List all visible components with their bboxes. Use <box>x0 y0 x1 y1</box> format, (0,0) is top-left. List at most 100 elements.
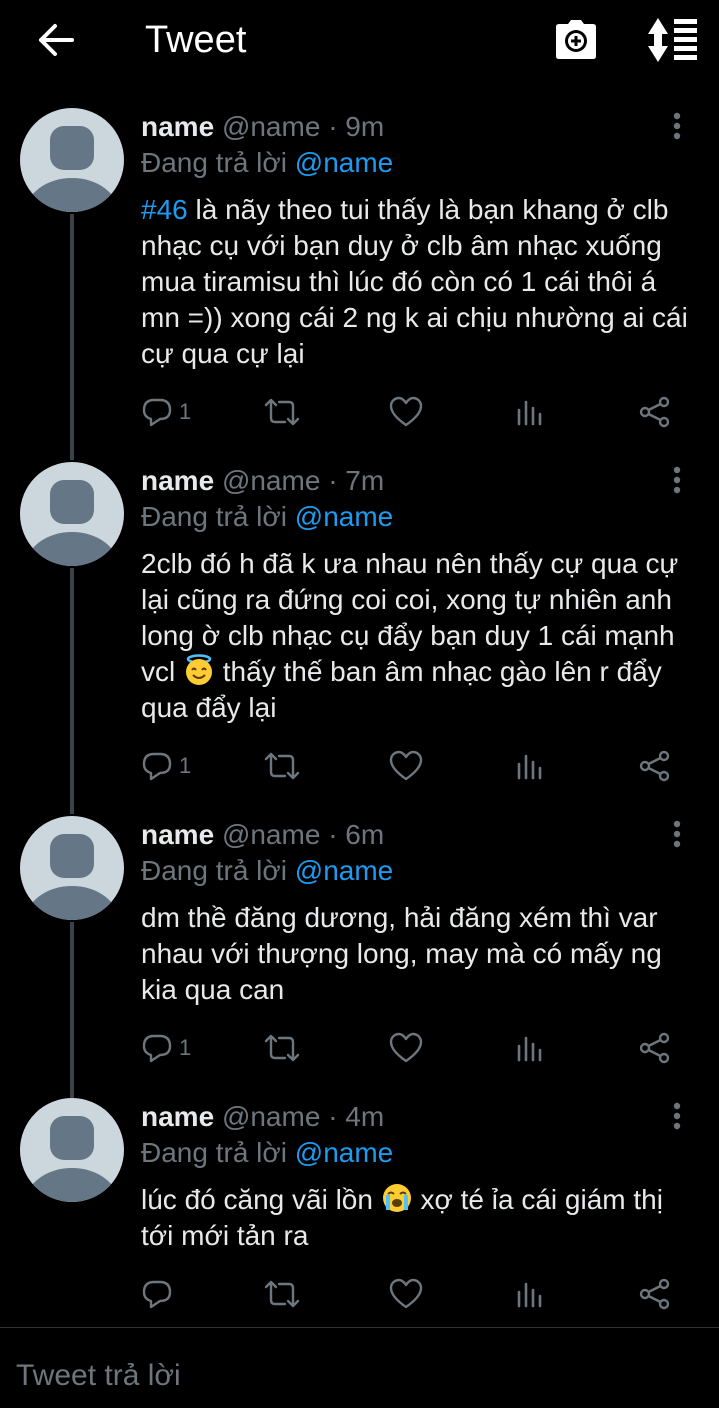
reply-button[interactable] <box>141 1274 179 1314</box>
replying-to-handle[interactable]: @name <box>295 147 393 178</box>
share-button[interactable] <box>638 1028 672 1068</box>
retweet-icon <box>264 752 300 780</box>
more-vertical-icon <box>673 820 681 848</box>
replying-to: Đang trả lời @name <box>141 1136 393 1170</box>
more-options-button[interactable] <box>662 108 692 148</box>
default-avatar-icon <box>26 834 118 920</box>
timestamp: 7m <box>345 465 385 496</box>
display-name[interactable]: name <box>141 819 214 850</box>
reply-button[interactable]: 1 <box>141 746 191 786</box>
analytics-button[interactable] <box>515 1028 545 1068</box>
default-avatar-icon <box>26 126 118 212</box>
default-avatar-icon <box>26 480 118 566</box>
reply-input[interactable] <box>16 1352 696 1400</box>
reply-icon <box>142 752 172 781</box>
reply-icon <box>142 398 172 427</box>
reply-icon <box>142 1280 172 1309</box>
like-button[interactable] <box>389 746 423 786</box>
more-options-button[interactable] <box>662 816 692 856</box>
tweet-text: lúc đó căng vãi lồn xợ té ỉa cái giám th… <box>141 1182 691 1254</box>
retweet-icon <box>264 1034 300 1062</box>
reply-button[interactable]: 1 <box>141 392 191 432</box>
replying-to-label: Đang trả lời <box>141 1137 287 1168</box>
timestamp: 6m <box>345 819 385 850</box>
share-button[interactable] <box>638 392 672 432</box>
analytics-button[interactable] <box>515 1274 545 1314</box>
retweet-icon <box>264 1280 300 1308</box>
sort-button[interactable] <box>645 16 699 64</box>
thread-line <box>70 922 74 1098</box>
reply-button[interactable]: 1 <box>141 1028 191 1068</box>
avatar[interactable] <box>20 108 124 212</box>
replying-to: Đang trả lời @name <box>141 500 393 534</box>
analytics-icon <box>517 400 542 426</box>
like-button[interactable] <box>389 1028 423 1068</box>
tweet-actions: 1 <box>0 392 719 432</box>
share-button[interactable] <box>638 746 672 786</box>
display-name[interactable]: name <box>141 111 214 142</box>
reply-count: 1 <box>179 399 192 424</box>
arrow-left-icon <box>37 23 75 57</box>
separator: · <box>328 465 338 496</box>
heart-icon <box>389 750 423 781</box>
smiling-face-with-halo-icon <box>183 654 215 686</box>
default-avatar-icon <box>26 1116 118 1202</box>
share-icon <box>639 1032 670 1064</box>
display-name[interactable]: name <box>141 1101 214 1132</box>
retweet-button[interactable] <box>263 1274 301 1314</box>
more-options-button[interactable] <box>662 1098 692 1138</box>
like-button[interactable] <box>389 1274 423 1314</box>
replying-to-label: Đang trả lời <box>141 501 287 532</box>
tweet-meta: name @name · 6m <box>141 818 384 852</box>
heart-icon <box>389 396 423 427</box>
top-app-bar: Tweet <box>0 0 719 82</box>
more-options-button[interactable] <box>662 462 692 502</box>
separator: · <box>328 1101 338 1132</box>
user-handle: @name <box>221 111 321 142</box>
analytics-button[interactable] <box>515 392 545 432</box>
analytics-icon <box>517 1036 542 1062</box>
tweet-actions: 1 <box>0 1028 719 1068</box>
analytics-icon <box>517 1282 542 1308</box>
loudly-crying-face-icon <box>381 1182 413 1214</box>
like-button[interactable] <box>389 392 423 432</box>
user-handle: @name <box>221 465 321 496</box>
reply-count: 1 <box>179 1035 192 1060</box>
avatar[interactable] <box>20 1098 124 1202</box>
replying-to-handle[interactable]: @name <box>295 855 393 886</box>
tweet-text: #46 là nãy theo tui thấy là bạn khang ở … <box>141 192 691 372</box>
retweet-button[interactable] <box>263 1028 301 1068</box>
replying-to: Đang trả lời @name <box>141 854 393 888</box>
share-icon <box>639 1278 670 1310</box>
replying-to-handle[interactable]: @name <box>295 501 393 532</box>
more-vertical-icon <box>673 112 681 140</box>
tweet-meta: name @name · 9m <box>141 110 384 144</box>
reply-icon <box>142 1034 172 1063</box>
page-title: Tweet <box>145 19 247 61</box>
tweet-text-content: thấy thế ban âm nhạc gào lên r đẩy qua đ… <box>141 656 662 723</box>
share-icon <box>639 396 670 428</box>
tweet-text: dm thề đăng dương, hải đăng xém thì var … <box>141 900 691 1008</box>
heart-icon <box>389 1032 423 1063</box>
avatar[interactable] <box>20 462 124 566</box>
display-name[interactable]: name <box>141 465 214 496</box>
camera-button[interactable] <box>552 16 600 64</box>
analytics-button[interactable] <box>515 746 545 786</box>
user-handle: @name <box>221 819 321 850</box>
more-vertical-icon <box>673 1102 681 1130</box>
share-icon <box>639 750 670 782</box>
timestamp: 9m <box>345 111 385 142</box>
back-button[interactable] <box>34 20 78 60</box>
tweet-meta: name @name · 7m <box>141 464 384 498</box>
replying-to-label: Đang trả lời <box>141 147 287 178</box>
replying-to-label: Đang trả lời <box>141 855 287 886</box>
retweet-button[interactable] <box>263 746 301 786</box>
hashtag-link[interactable]: #46 <box>141 194 188 225</box>
replying-to-handle[interactable]: @name <box>295 1137 393 1168</box>
tweet-text: 2clb đó h đã k ưa nhau nên thấy cự qua c… <box>141 546 691 726</box>
tweet-actions: 1 <box>0 746 719 786</box>
avatar[interactable] <box>20 816 124 920</box>
retweet-icon <box>264 398 300 426</box>
retweet-button[interactable] <box>263 392 301 432</box>
share-button[interactable] <box>638 1274 672 1314</box>
